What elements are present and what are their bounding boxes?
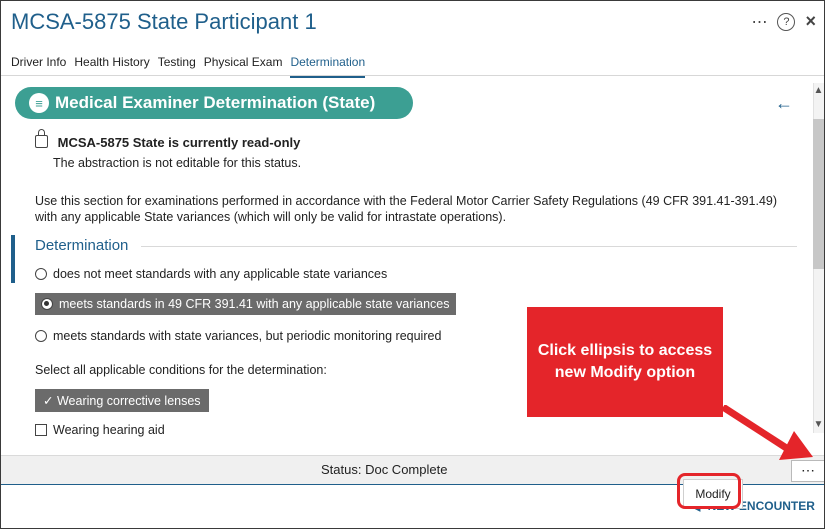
app-window: MCSA-5875 State Participant 1 ⋯ ? × Driv…	[0, 0, 825, 529]
section-title-determination: Determination	[35, 237, 129, 254]
section-indicator	[11, 235, 15, 283]
tab-divider	[1, 75, 824, 76]
tab-bar: Driver Info Health History Testing Physi…	[11, 47, 366, 78]
checkbox-label: Wearing hearing aid	[53, 423, 165, 437]
document-icon: ≡	[29, 93, 49, 113]
tab-driver-info[interactable]: Driver Info	[11, 47, 66, 78]
radio-button-checked[interactable]	[41, 298, 53, 310]
panel-header-title: Medical Examiner Determination (State)	[55, 93, 376, 112]
section-divider	[141, 246, 797, 247]
modify-highlight-box	[677, 473, 741, 509]
radio-button[interactable]	[35, 268, 47, 280]
help-icon[interactable]: ?	[777, 12, 796, 31]
check-icon: ✓	[43, 394, 54, 408]
checkbox[interactable]	[35, 424, 47, 436]
lock-icon	[35, 129, 48, 148]
page-title: MCSA-5875 State Participant 1	[11, 9, 317, 34]
tab-testing[interactable]: Testing	[158, 47, 196, 78]
status-text: Status: Doc Complete	[321, 462, 448, 477]
scroll-up-arrow-icon[interactable]: ▲	[813, 85, 824, 99]
readonly-notice: MCSA-5875 State is currently read-only T…	[35, 129, 302, 170]
scrollbar-thumb[interactable]	[813, 119, 824, 269]
intro-text: Use this section for examinations perfor…	[35, 194, 778, 224]
callout-arrow-icon	[721, 405, 813, 460]
radio-label: meets standards with state variances, bu…	[53, 329, 442, 343]
panel-header: ≡ Medical Examiner Determination (State)	[15, 87, 413, 119]
readonly-subtitle: The abstraction is not editable for this…	[53, 156, 302, 170]
radio-option-1[interactable]: does not meet standards with any applica…	[35, 267, 387, 281]
tab-health-history[interactable]: Health History	[74, 47, 149, 78]
more-icon[interactable]: ⋯	[751, 12, 767, 32]
chip-label: Wearing corrective lenses	[56, 394, 201, 408]
condition-checkbox-hearing-aid[interactable]: Wearing hearing aid	[35, 423, 165, 437]
radio-option-3[interactable]: meets standards with state variances, bu…	[35, 329, 441, 343]
readonly-title: MCSA-5875 State is currently read-only	[57, 135, 301, 150]
close-icon[interactable]: ×	[805, 11, 816, 32]
back-arrow-icon[interactable]: ←	[775, 93, 793, 114]
radio-button[interactable]	[35, 330, 47, 342]
radio-label: does not meet standards with any applica…	[53, 267, 388, 281]
radio-label: meets standards in 49 CFR 391.41 with an…	[59, 297, 450, 311]
radio-option-2[interactable]: meets standards in 49 CFR 391.41 with an…	[35, 293, 456, 315]
top-right-icons: ⋯ ? ×	[751, 11, 816, 32]
tab-determination[interactable]: Determination	[290, 47, 366, 78]
condition-chip-corrective-lenses[interactable]: ✓ Wearing corrective lenses	[35, 389, 209, 412]
conditions-label: Select all applicable conditions for the…	[35, 363, 327, 377]
instruction-callout: Click ellipsis to access new Modify opti…	[527, 307, 723, 417]
tab-physical-exam[interactable]: Physical Exam	[204, 47, 283, 78]
